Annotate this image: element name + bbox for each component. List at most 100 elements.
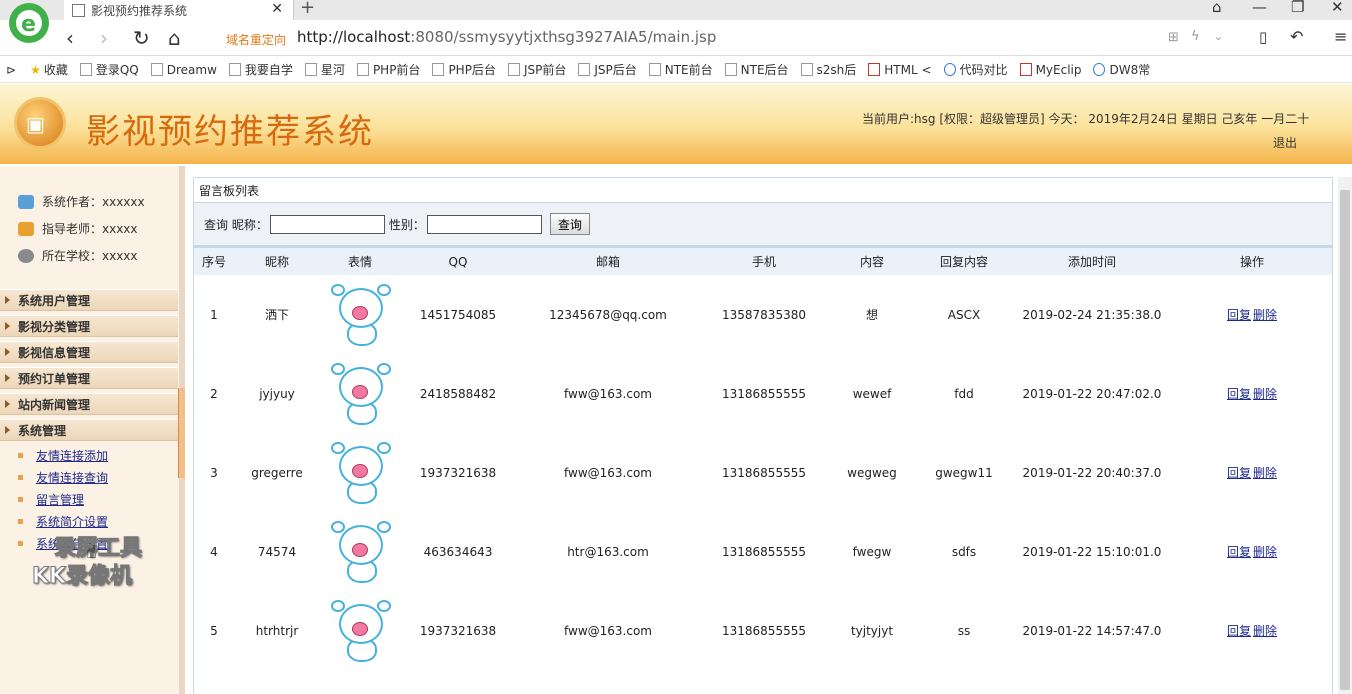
sidebar-menu-categories[interactable]: 影视分类管理 [0, 315, 178, 337]
subitem-link[interactable]: 系统简介设置 [36, 513, 108, 530]
sidebar-menu-films[interactable]: 影视信息管理 [0, 341, 178, 363]
delete-link[interactable]: 删除 [1253, 466, 1277, 480]
bookmark-item[interactable]: s2sh后 [800, 61, 857, 78]
nickname-search-input[interactable] [269, 214, 385, 234]
bookmark-item[interactable]: 代码对比 [943, 61, 1008, 78]
menu-icon[interactable]: ≡ [1334, 27, 1347, 46]
bookmark-item[interactable]: 星河 [304, 61, 345, 78]
table-row: 3 gregerre 1937321638 fww@163.com 131868… [194, 433, 1332, 512]
delete-link[interactable]: 删除 [1253, 545, 1277, 559]
cell-email: fww@163.com [564, 623, 652, 638]
bookmark-item[interactable]: NTE后台 [724, 61, 789, 78]
bookmark-label: 收藏 [43, 63, 68, 77]
cell-id: 1 [210, 307, 218, 322]
sidebar-collapse-handle[interactable] [178, 388, 185, 478]
bookmark-item[interactable]: MyEclip [1019, 63, 1081, 77]
delete-link[interactable]: 删除 [1253, 387, 1277, 401]
close-tab-icon[interactable]: ✕ [271, 1, 283, 17]
close-window-icon[interactable]: ✕ [1331, 0, 1344, 16]
page-icon [228, 63, 241, 76]
reader-icon[interactable]: ▯ [1259, 28, 1267, 46]
refresh-icon[interactable]: ↻ [133, 26, 150, 50]
reply-link[interactable]: 回复 [1227, 466, 1251, 480]
forward-icon[interactable]: › [100, 26, 108, 50]
cell-qq: 2418588482 [419, 386, 497, 401]
sidebar-toggle-icon[interactable]: ⊳ [6, 63, 16, 77]
bookmark-item[interactable]: PHP前台 [356, 61, 420, 78]
cell-emoticon [320, 354, 400, 433]
bookmark-item[interactable]: HTML < [868, 63, 932, 77]
bookmark-item[interactable]: NTE前台 [648, 61, 713, 78]
cell-emoticon [320, 512, 400, 591]
delete-link[interactable]: 删除 [1253, 624, 1277, 638]
bookmark-label: 我要自学 [244, 63, 293, 77]
reply-link[interactable]: 回复 [1227, 308, 1251, 322]
pin-icon[interactable]: ⌂ [1212, 0, 1222, 16]
sidebar-subitem[interactable]: 留言管理 [18, 491, 84, 508]
column-header: 手机 [700, 248, 828, 275]
scrollbar-thumb[interactable] [1340, 190, 1350, 690]
browser-tab[interactable]: 影视预约推荐系统 ✕ [64, 0, 294, 20]
page-icon [150, 63, 163, 76]
cell-phone: 13186855555 [722, 386, 806, 401]
reply-link[interactable]: 回复 [1227, 387, 1251, 401]
subitem-link[interactable]: 友情连接添加 [36, 447, 108, 464]
grid-icon[interactable]: ⊞ [1168, 30, 1179, 45]
address-bar[interactable]: http://localhost:8080/ssmysyytjxthsg3927… [297, 28, 716, 46]
cell-reply: ss [957, 623, 971, 638]
bookmark-item[interactable]: 我要自学 [228, 61, 293, 78]
bookmark-label: s2sh后 [816, 63, 857, 77]
search-button[interactable]: 查询 [549, 213, 590, 235]
chevron-down-icon[interactable]: ⌄ [1214, 30, 1223, 43]
sidebar-subitem[interactable]: 友情连接添加 [18, 447, 108, 464]
sidebar-subitem[interactable]: 系统简介设置 [18, 513, 108, 530]
lightning-icon[interactable]: ϟ [1191, 29, 1200, 44]
sidebar-info-teacher: 指导老师：xxxxx [18, 220, 138, 237]
bookmark-label: 登录QQ [95, 63, 139, 77]
cell-content: tyjtyjyt [850, 623, 894, 638]
menu-label: 影视信息管理 [18, 345, 91, 360]
caret-right-icon [5, 374, 10, 382]
new-tab-icon[interactable]: + [300, 0, 315, 18]
bookmark-item[interactable]: Dreamw [150, 62, 217, 77]
logout-link[interactable]: 退出 [1273, 134, 1297, 151]
bookmark-item[interactable]: 登录QQ [79, 61, 139, 78]
subitem-link[interactable]: 留言管理 [36, 491, 84, 508]
sidebar-menu-news[interactable]: 站内新闻管理 [0, 393, 178, 415]
cell-phone: 13186855555 [722, 465, 806, 480]
cell-actions: 回复 删除 [1172, 591, 1332, 670]
delete-link[interactable]: 删除 [1253, 308, 1277, 322]
user-info: 当前用户:hsg [权限：超级管理员] 今天： 2019年2月24日 星期日 己… [862, 112, 1310, 126]
emoticon-icon [327, 280, 393, 350]
subitem-link[interactable]: 友情连接查询 [36, 469, 108, 486]
sidebar-menu-system[interactable]: 系统管理 [0, 419, 178, 441]
bookmark-item[interactable]: JSP前台 [507, 61, 566, 78]
bullet-icon [18, 475, 23, 480]
url-path: :8080/ssmysyytjxthsg3927AIA5/main.jsp [410, 28, 717, 46]
cell-content: wewef [852, 386, 892, 401]
minimize-icon[interactable]: — [1252, 0, 1267, 16]
cell-email: htr@163.com [567, 544, 649, 559]
column-header: 内容 [828, 248, 916, 275]
bookmark-item[interactable]: JSP后台 [578, 61, 637, 78]
reply-link[interactable]: 回复 [1227, 545, 1251, 559]
message-table: 序号 昵称 表情 QQ 邮箱 手机 内容 回复内容 添加时间 操作 1 洒下 1… [194, 248, 1332, 670]
reply-link[interactable]: 回复 [1227, 624, 1251, 638]
sidebar-subitem[interactable]: 友情连接查询 [18, 469, 108, 486]
back-icon[interactable]: ‹ [66, 26, 74, 50]
cell-actions: 回复 删除 [1172, 275, 1332, 354]
bookmark-item[interactable]: ★ 收藏 [30, 61, 68, 78]
sidebar-menu-users[interactable]: 系统用户管理 [0, 289, 178, 311]
sidebar-menu-orders[interactable]: 预约订单管理 [0, 367, 178, 389]
home-icon[interactable]: ⌂ [168, 26, 181, 50]
cell-nickname: gregerre [251, 465, 303, 480]
bookmark-label: Dreamw [166, 62, 217, 77]
bookmark-label: 星河 [320, 63, 345, 77]
column-header: 序号 [194, 248, 234, 275]
undo-icon[interactable]: ↶ [1290, 27, 1303, 46]
restore-icon[interactable]: ❐ [1291, 0, 1304, 16]
bookmark-label: DW8常 [1109, 63, 1151, 77]
gender-search-input[interactable] [426, 214, 542, 234]
bookmark-item[interactable]: DW8常 [1093, 61, 1150, 78]
bookmark-item[interactable]: PHP后台 [432, 61, 496, 78]
